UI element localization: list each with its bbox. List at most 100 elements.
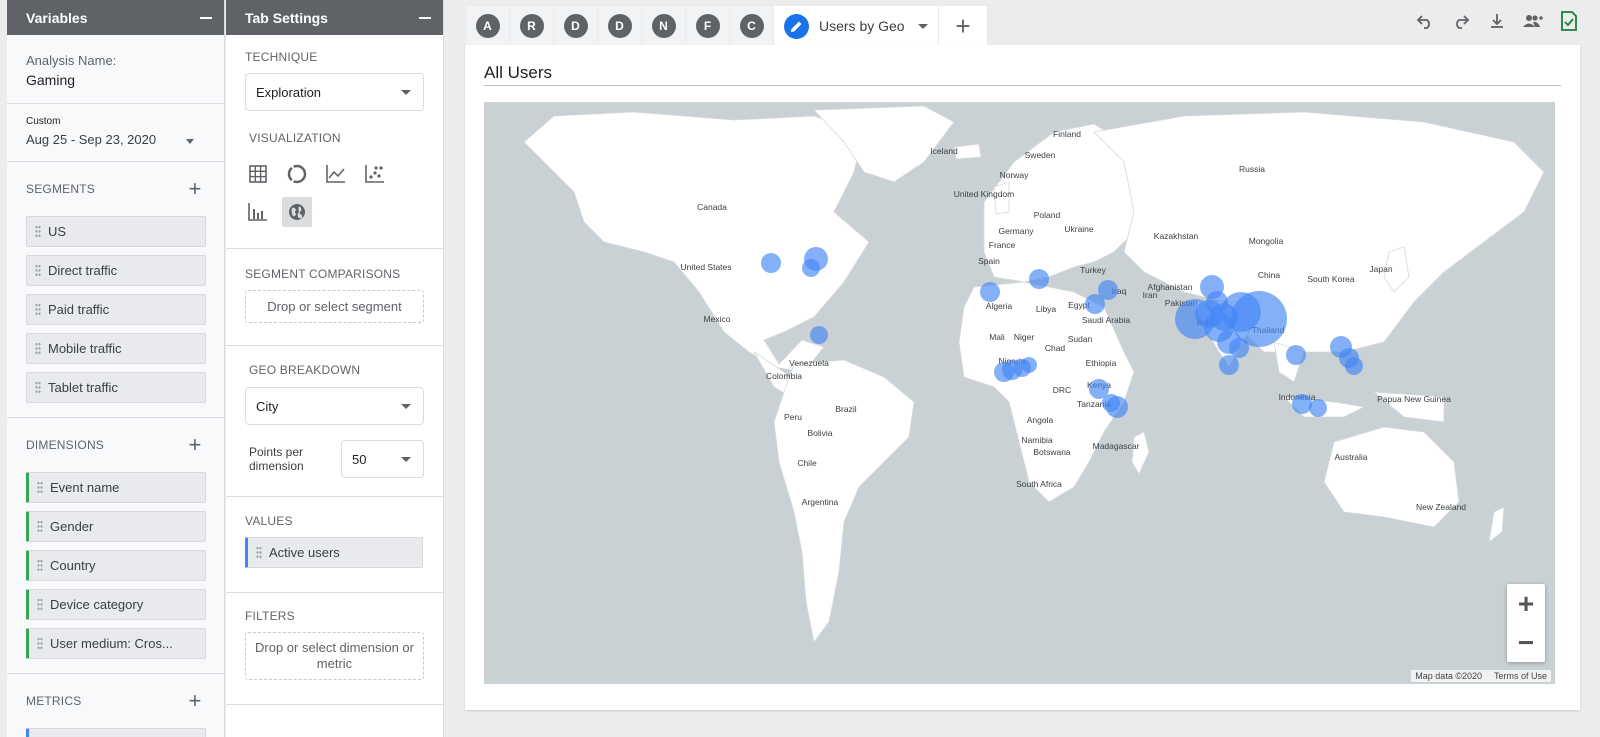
- filters-dropzone[interactable]: Drop or select dimension or metric: [245, 632, 424, 680]
- drag-handle-icon[interactable]: [35, 381, 41, 394]
- user-bubble[interactable]: [761, 253, 781, 273]
- user-bubble[interactable]: [1021, 357, 1037, 373]
- collapse-variables-icon[interactable]: [200, 16, 212, 19]
- add-segment-icon[interactable]: +: [185, 178, 205, 200]
- user-bubble[interactable]: [1029, 269, 1049, 289]
- dimension-chip[interactable]: Device category: [26, 589, 206, 620]
- zoom-out-button[interactable]: −: [1507, 623, 1545, 662]
- drag-handle-icon[interactable]: [37, 481, 43, 494]
- user-bubble[interactable]: [1292, 394, 1312, 414]
- map-label-chad: Chad: [1045, 343, 1066, 353]
- technique-select[interactable]: Exploration: [245, 73, 424, 111]
- undo-icon[interactable]: [1414, 10, 1436, 32]
- user-bubble[interactable]: [1106, 396, 1128, 418]
- tab-n[interactable]: N: [642, 6, 686, 46]
- dimension-chip[interactable]: Gender: [26, 511, 206, 542]
- drag-handle-icon[interactable]: [35, 303, 41, 316]
- geo-map[interactable]: Finland Iceland Sweden Norway Russia United K…: [484, 102, 1555, 684]
- drag-handle-icon[interactable]: [256, 546, 262, 559]
- terms-link[interactable]: Terms of Use: [1494, 671, 1547, 681]
- user-bubble[interactable]: [1195, 300, 1223, 328]
- bar-chart-icon[interactable]: [243, 197, 273, 227]
- download-icon[interactable]: [1486, 10, 1508, 32]
- add-metric-icon[interactable]: +: [185, 690, 205, 712]
- user-bubble[interactable]: [1309, 399, 1327, 417]
- points-per-dimension-value: 50: [352, 451, 367, 467]
- share-users-icon[interactable]: [1522, 10, 1544, 32]
- user-bubble[interactable]: [1098, 280, 1118, 300]
- tab-c[interactable]: C: [730, 6, 774, 46]
- user-bubble[interactable]: [980, 282, 1000, 302]
- tab-r[interactable]: R: [510, 6, 554, 46]
- chevron-down-icon[interactable]: [918, 23, 928, 29]
- analysis-name-section: Analysis Name: Gaming: [7, 35, 224, 104]
- segment-chip[interactable]: Paid traffic: [26, 294, 206, 325]
- tab-f[interactable]: F: [686, 6, 730, 46]
- drag-handle-icon[interactable]: [37, 520, 43, 533]
- user-bubble[interactable]: [804, 247, 828, 271]
- line-chart-icon[interactable]: [321, 159, 351, 189]
- drag-handle-icon[interactable]: [37, 559, 43, 572]
- segment-dropzone[interactable]: Drop or select segment: [245, 290, 424, 323]
- dimension-chip-label: Event name: [50, 480, 120, 495]
- technique-label: TECHNIQUE: [245, 50, 318, 64]
- dimension-chip[interactable]: Event name: [26, 472, 206, 503]
- segment-chip[interactable]: Direct traffic: [26, 255, 206, 286]
- tab-initial: N: [651, 14, 676, 38]
- saved-check-icon[interactable]: [1558, 10, 1580, 32]
- dimensions-section: DIMENSIONS + Event name Gender Country Devi…: [7, 418, 224, 674]
- chevron-down-icon[interactable]: [186, 139, 194, 144]
- tab-initial: D: [607, 14, 632, 38]
- add-dimension-icon[interactable]: +: [185, 434, 205, 456]
- redo-icon[interactable]: [1450, 10, 1472, 32]
- user-bubble[interactable]: [1345, 357, 1363, 375]
- drag-handle-icon[interactable]: [37, 637, 43, 650]
- drag-handle-icon[interactable]: [37, 598, 43, 611]
- user-bubble[interactable]: [810, 326, 828, 344]
- tab-bar: ARDDNFC Users by Geo +: [465, 5, 988, 46]
- geo-map-icon[interactable]: [282, 197, 312, 227]
- dimension-chip-label: Device category: [50, 597, 144, 612]
- points-per-dimension-select[interactable]: 50: [341, 440, 424, 478]
- chevron-down-icon: [401, 89, 411, 95]
- value-chip[interactable]: Active users: [245, 537, 423, 568]
- tab-d[interactable]: D: [554, 6, 598, 46]
- scatter-plot-icon[interactable]: [360, 159, 390, 189]
- map-label-poland: Poland: [1034, 210, 1061, 220]
- segments-header: SEGMENTS +: [26, 162, 205, 216]
- map-label-united-kingdom: United Kingdom: [954, 189, 1014, 199]
- donut-chart-icon[interactable]: [282, 159, 312, 189]
- tab-d[interactable]: D: [598, 6, 642, 46]
- world-map-svg: Finland Iceland Sweden Norway Russia United K…: [523, 105, 1545, 643]
- tab-a[interactable]: A: [466, 6, 510, 46]
- dimension-chip[interactable]: Country: [26, 550, 206, 581]
- canvas-title[interactable]: All Users: [484, 63, 552, 83]
- map-label-south-korea: South Korea: [1307, 274, 1355, 284]
- user-bubble[interactable]: [1219, 355, 1239, 375]
- zoom-in-button[interactable]: +: [1507, 584, 1545, 623]
- map-zoom-controls: + −: [1507, 584, 1545, 662]
- map-label-namibia: Namibia: [1021, 435, 1052, 445]
- metric-chip[interactable]: Active users: [26, 728, 206, 737]
- date-range-picker[interactable]: Custom Aug 25 - Sep 23, 2020: [7, 104, 224, 162]
- drag-handle-icon[interactable]: [35, 264, 41, 277]
- tab-users-by-geo[interactable]: Users by Geo: [774, 6, 939, 46]
- segment-chip[interactable]: US: [26, 216, 206, 247]
- collapse-tab-settings-icon[interactable]: [419, 16, 431, 19]
- user-bubble[interactable]: [1286, 345, 1306, 365]
- drag-handle-icon[interactable]: [35, 342, 41, 355]
- geo-breakdown-select[interactable]: City: [245, 387, 424, 425]
- value-chip-label: Active users: [269, 545, 340, 560]
- variables-title: Variables: [26, 9, 88, 26]
- visualization-label: VISUALIZATION: [249, 131, 341, 145]
- add-tab-button[interactable]: +: [939, 6, 987, 46]
- segment-chip[interactable]: Mobile traffic: [26, 333, 206, 364]
- filters-label: FILTERS: [245, 609, 295, 623]
- dimension-chip[interactable]: User medium: Cros...: [26, 628, 206, 659]
- drag-handle-icon[interactable]: [35, 225, 41, 238]
- table-icon[interactable]: [243, 159, 273, 189]
- segment-chip[interactable]: Tablet traffic: [26, 372, 206, 403]
- analysis-name-value[interactable]: Gaming: [26, 72, 205, 103]
- edit-icon[interactable]: [784, 13, 809, 39]
- user-bubble[interactable]: [1229, 338, 1249, 358]
